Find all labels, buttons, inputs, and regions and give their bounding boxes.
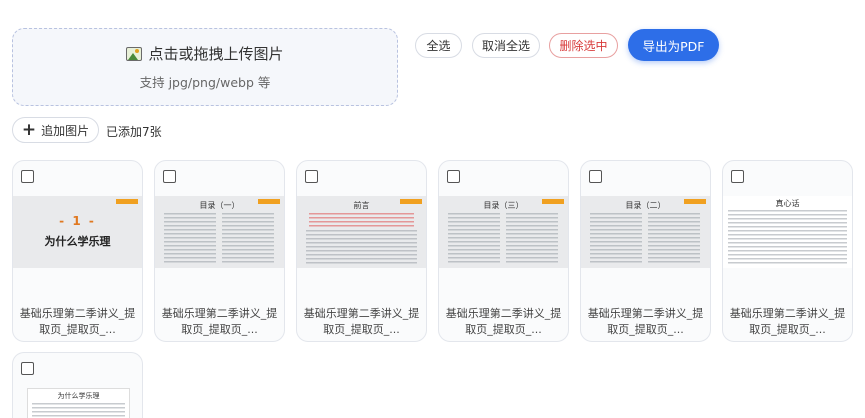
thumb-text-lines: [32, 403, 125, 418]
thumb-text-lines: [164, 213, 275, 264]
card-thumbnail: 真心话: [723, 196, 852, 268]
image-count: 已添加7张: [106, 125, 162, 139]
thumb-number: - 1 -: [59, 214, 96, 228]
card-filename: 基础乐理第二季讲义_提取页_提取页_...: [161, 307, 278, 336]
thumb-text-lines: [590, 213, 701, 264]
image-card[interactable]: 为什么学乐理: [12, 352, 143, 418]
upload-title-row: 点击或拖拽上传图片: [126, 43, 284, 64]
card-thumbnail: 前言: [297, 196, 426, 268]
card-filename: 基础乐理第二季讲义_提取页_提取页_...: [445, 307, 562, 336]
card-thumbnail: 目录（二）: [581, 196, 710, 268]
thumb-title: 前言: [353, 201, 370, 210]
image-card[interactable]: - 1 - 为什么学乐理 基础乐理第二季讲义_提取页_提取页_...: [12, 160, 143, 342]
card-checkbox[interactable]: [589, 170, 602, 183]
image-card[interactable]: 目录（三） 基础乐理第二季讲义_提取页_提取页_...: [438, 160, 569, 342]
thumb-text-lines: [448, 213, 559, 264]
thumb-title: 为什么学乐理: [57, 392, 100, 400]
card-checkbox[interactable]: [731, 170, 744, 183]
thumb-title: 目录（一）: [199, 201, 240, 210]
card-checkbox[interactable]: [21, 170, 34, 183]
deselect-all-button[interactable]: 取消全选: [472, 33, 540, 58]
add-images-button[interactable]: + 追加图片: [12, 117, 99, 143]
image-card[interactable]: 前言 基础乐理第二季讲义_提取页_提取页_...: [296, 160, 427, 342]
thumb-title: 目录（二）: [625, 201, 666, 210]
image-card[interactable]: 目录（二） 基础乐理第二季讲义_提取页_提取页_...: [580, 160, 711, 342]
image-card[interactable]: 真心话 基础乐理第二季讲义_提取页_提取页_...: [722, 160, 853, 342]
card-checkbox[interactable]: [447, 170, 460, 183]
export-pdf-button[interactable]: 导出为PDF: [628, 29, 719, 61]
thumb-title: 目录（三）: [483, 201, 524, 210]
upload-dropzone[interactable]: 点击或拖拽上传图片 支持 jpg/png/webp 等: [12, 28, 398, 106]
upload-title: 点击或拖拽上传图片: [148, 45, 284, 63]
upload-subtitle: 支持 jpg/png/webp 等: [139, 75, 271, 90]
card-filename: 基础乐理第二季讲义_提取页_提取页_...: [729, 307, 846, 336]
thumb-title: 为什么学乐理: [44, 235, 111, 248]
card-checkbox[interactable]: [163, 170, 176, 183]
card-filename: 基础乐理第二季讲义_提取页_提取页_...: [303, 307, 420, 336]
plus-icon: +: [21, 119, 37, 140]
picture-icon: [126, 46, 143, 61]
select-all-button[interactable]: 全选: [415, 33, 462, 58]
delete-selected-button[interactable]: 删除选中: [549, 33, 618, 58]
thumb-text-lines: [728, 210, 847, 264]
card-thumbnail: 目录（三）: [439, 196, 568, 268]
image-card[interactable]: 目录（一） 基础乐理第二季讲义_提取页_提取页_...: [154, 160, 285, 342]
thumb-red-lines: [309, 213, 414, 227]
thumb-title: 真心话: [775, 199, 800, 208]
add-images-label: 追加图片: [41, 123, 90, 138]
card-filename: 基础乐理第二季讲义_提取页_提取页_...: [587, 307, 704, 336]
card-thumbnail: 为什么学乐理: [27, 388, 130, 418]
card-checkbox[interactable]: [21, 362, 34, 375]
thumb-badge: [116, 199, 138, 204]
card-thumbnail: 目录（一）: [155, 196, 284, 268]
thumb-text-lines: [306, 230, 417, 264]
card-thumbnail: - 1 - 为什么学乐理: [13, 196, 142, 268]
card-filename: 基础乐理第二季讲义_提取页_提取页_...: [19, 307, 136, 336]
card-checkbox[interactable]: [305, 170, 318, 183]
